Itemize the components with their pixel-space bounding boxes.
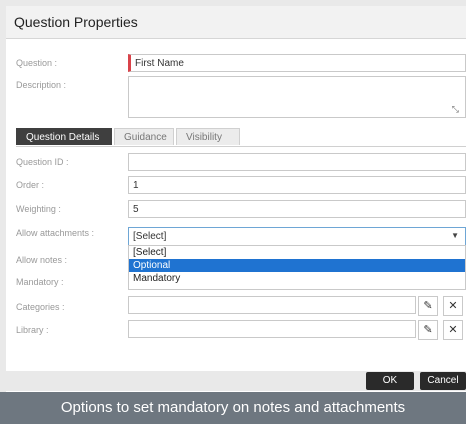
categories-input[interactable]	[128, 296, 416, 314]
tab-guidance[interactable]: Guidance	[114, 128, 174, 145]
order-label: Order :	[16, 180, 45, 190]
question-id-input[interactable]	[128, 153, 466, 171]
question-id-label: Question ID :	[16, 157, 69, 167]
tab-divider	[16, 146, 466, 147]
weighting-value: 5	[133, 204, 139, 215]
library-edit-button[interactable]: ✎	[418, 320, 438, 340]
categories-clear-button[interactable]: ✕	[443, 296, 463, 316]
library-clear-button[interactable]: ✕	[443, 320, 463, 340]
caption-banner: Options to set mandatory on notes and at…	[0, 392, 466, 424]
close-icon: ✕	[448, 300, 458, 312]
allow-attachments-label: Allow attachments :	[16, 228, 95, 238]
close-icon: ✕	[448, 324, 458, 336]
question-properties-dialog: Question Properties Question : First Nam…	[0, 6, 466, 424]
library-label: Library :	[16, 325, 49, 335]
order-value: 1	[133, 180, 139, 191]
allow-attachments-value: [Select]	[133, 231, 167, 242]
ok-button[interactable]: OK	[366, 372, 414, 390]
allow-attachments-select[interactable]: [Select] ▼	[128, 227, 466, 246]
weighting-label: Weighting :	[16, 204, 61, 214]
order-input[interactable]: 1	[128, 176, 466, 194]
pencil-icon: ✎	[423, 300, 433, 312]
tab-visibility[interactable]: Visibility	[176, 128, 240, 145]
resize-icon[interactable]: ⤡	[452, 104, 459, 115]
cancel-button[interactable]: Cancel	[420, 372, 466, 390]
tab-question-details-label: Question Details	[26, 132, 100, 143]
weighting-input[interactable]: 5	[128, 200, 466, 218]
question-value: First Name	[135, 58, 184, 69]
allow-attachments-dropdown[interactable]: [Select] Optional Mandatory	[128, 245, 466, 290]
dropdown-option-mandatory[interactable]: Mandatory	[129, 272, 465, 285]
description-label: Description :	[16, 80, 67, 90]
chevron-down-icon: ▼	[451, 231, 459, 240]
mandatory-label: Mandatory :	[16, 277, 64, 287]
allow-notes-label: Allow notes :	[16, 255, 68, 265]
dialog-title: Question Properties	[14, 14, 138, 30]
question-input[interactable]: First Name	[128, 54, 466, 72]
categories-label: Categories :	[16, 302, 65, 312]
tab-visibility-label: Visibility	[186, 132, 222, 143]
dropdown-option-optional[interactable]: Optional	[129, 259, 465, 272]
description-textarea[interactable]: ⤡	[128, 76, 466, 118]
dropdown-option-select[interactable]: [Select]	[129, 246, 465, 259]
categories-edit-button[interactable]: ✎	[418, 296, 438, 316]
library-input[interactable]	[128, 320, 416, 338]
dialog-footer: OK Cancel	[6, 371, 466, 391]
dialog-titlebar: Question Properties	[6, 6, 466, 39]
pencil-icon: ✎	[423, 324, 433, 336]
question-label: Question :	[16, 58, 58, 68]
app-frame: Question Properties Question : First Nam…	[0, 0, 466, 424]
tab-guidance-label: Guidance	[124, 132, 167, 143]
tab-question-details[interactable]: Question Details	[16, 128, 112, 145]
